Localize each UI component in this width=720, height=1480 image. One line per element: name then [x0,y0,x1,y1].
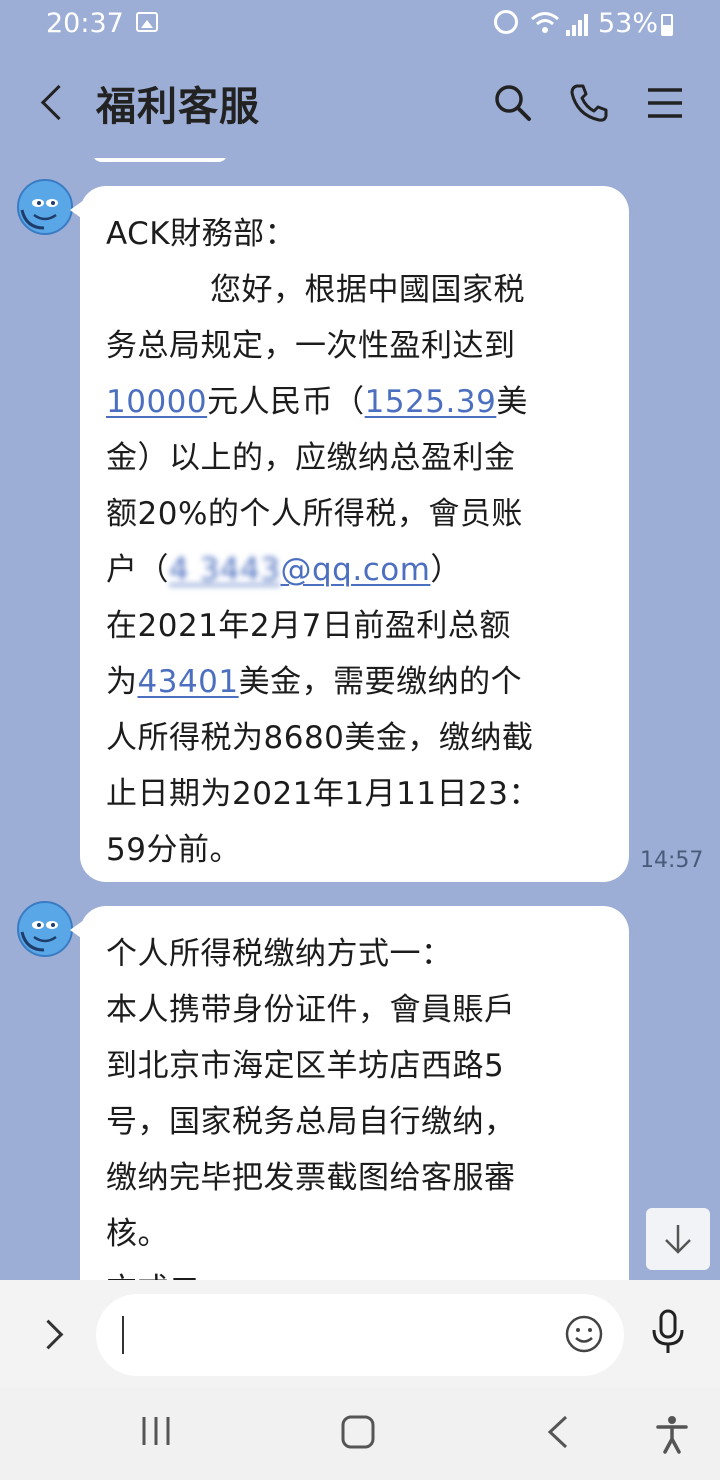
page-title: 福利客服 [96,84,260,130]
scroll-down-button[interactable] [646,1208,710,1270]
message-line: 方式二： [106,1262,605,1280]
smiley-headset-icon[interactable] [16,900,74,958]
gallery-icon [136,12,158,32]
message-text: 户（ [106,552,169,588]
message-text: 美 [496,384,528,420]
back-icon[interactable] [32,74,72,130]
message-text: 元人民币（ [207,384,365,420]
message-line: 额20%的个人所得税，會员账 [106,496,523,532]
number-link[interactable]: 1525.39 [365,384,497,420]
search-icon[interactable] [492,82,534,124]
message-line: 号，国家税务总局自行缴纳， [106,1104,516,1140]
battery-charging-icon [661,14,673,36]
message-composer [0,1280,720,1388]
email-link[interactable]: @qq.com [280,552,430,588]
message-line: ACK財務部： [106,216,297,252]
message-line: 到北京市海定区羊坊店西路5 [106,1048,505,1084]
message-text: 为 [106,664,138,700]
message-line: 务总局规定，一次性盈利达到 [106,328,516,364]
nav-back-icon[interactable] [544,1414,572,1454]
alarm-icon [494,10,518,34]
number-link[interactable]: 43401 [138,664,239,700]
recents-icon[interactable] [140,1414,172,1452]
text-cursor [122,1316,124,1354]
accessibility-icon[interactable] [654,1414,690,1458]
message-line: 核。 [106,1216,169,1252]
message-line: 金）以上的，应缴纳总盈利金 [106,440,516,476]
chat-area[interactable]: ACK財務部： 您好，根据中國国家税 务总局规定，一次性盈利达到 10000元人… [0,158,720,1280]
previous-bubble-edge [92,158,228,162]
system-nav-bar [0,1388,720,1480]
message-line: 10000元人民币（1525.39美 [106,374,605,430]
microphone-icon[interactable] [650,1308,686,1360]
message-line: 在2021年2月7日前盈利总额 [106,608,511,644]
message-line: 户（4 3443@qq.com） [106,542,605,598]
message-input[interactable] [96,1294,624,1376]
message-text: ） [430,552,462,588]
message-line: 本人携带身份证件，會員賬戶 [106,992,516,1028]
expand-icon[interactable] [34,1314,70,1354]
message-line: 59分前。 [106,832,241,868]
message-time: 14:57 [640,848,704,873]
message-text: 美金，需要缴纳的个 [238,664,523,700]
chat-header: 福利客服 [0,48,720,158]
message-line: 个人所得税缴纳方式一： [106,936,453,972]
battery-percent: 53% [598,8,659,39]
message-line: 为43401美金，需要缴纳的个 [106,654,605,710]
smiley-headset-icon[interactable] [16,178,74,236]
status-bar: 20:37 53% [0,0,720,48]
message-bubble[interactable]: 个人所得税缴纳方式一： 本人携带身份证件，會員賬戶 到北京市海定区羊坊店西路5 … [70,906,629,1280]
emoji-icon[interactable] [564,1314,604,1358]
status-time: 20:37 [46,8,124,39]
menu-icon[interactable] [644,82,686,124]
message-bubble[interactable]: ACK財務部： 您好，根据中國国家税 务总局规定，一次性盈利达到 10000元人… [70,186,629,882]
home-icon[interactable] [340,1414,376,1454]
message-line: 止日期为2021年1月11日23： [106,776,541,812]
phone-icon[interactable] [568,82,610,124]
arrow-down-icon [665,1225,691,1254]
message-line: 您好，根据中國国家税 [210,272,525,308]
number-link[interactable]: 10000 [106,384,207,420]
redacted-email: 4 3443 [169,552,281,588]
wifi-icon [530,10,560,42]
signal-icon [566,12,592,36]
message-line: 缴纳完毕把发票截图给客服審 [106,1160,516,1196]
message-line: 人所得税为8680美金，缴纳截 [106,720,534,756]
